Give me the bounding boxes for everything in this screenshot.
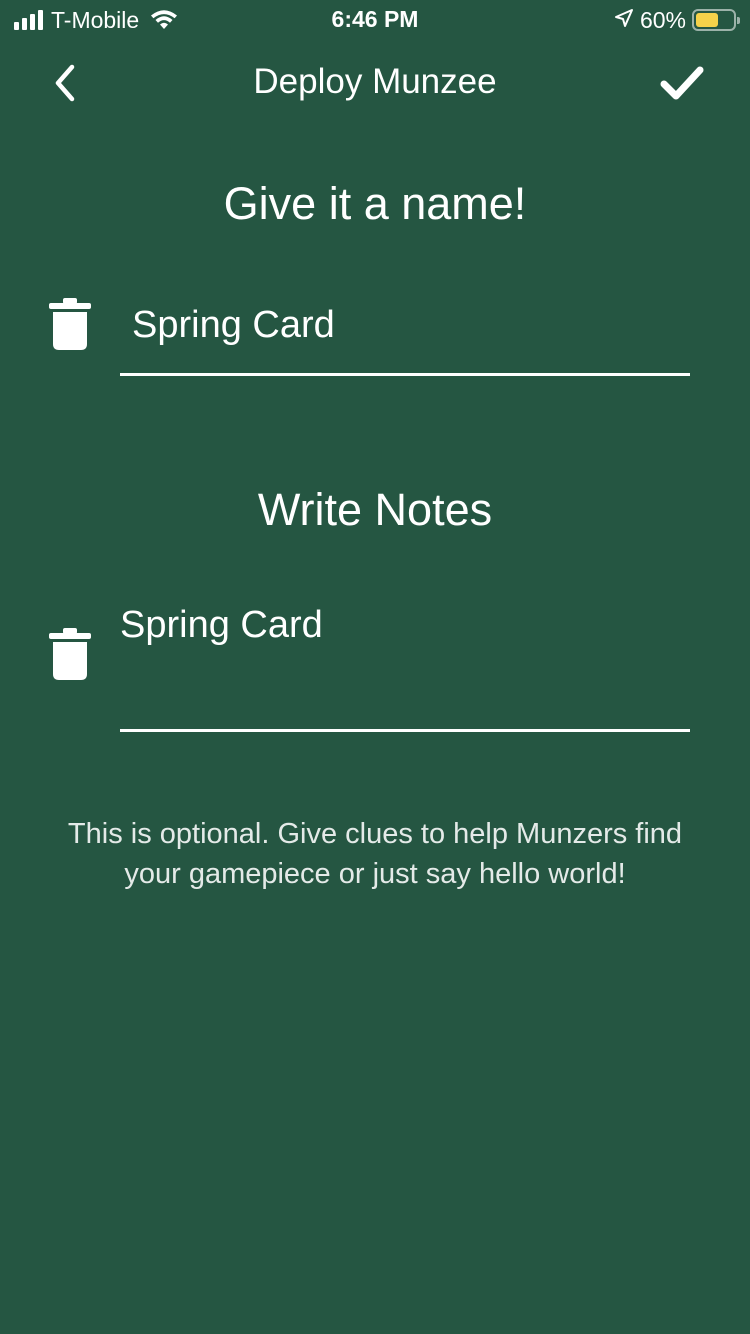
- clear-notes-button[interactable]: [46, 626, 94, 682]
- battery-level: [696, 13, 718, 27]
- battery-percent: 60%: [639, 6, 686, 33]
- trash-icon: [49, 298, 91, 350]
- page-title: Deploy Munzee: [253, 62, 497, 101]
- notes-textarea-value: Spring Card: [120, 604, 323, 646]
- notes-textarea[interactable]: Spring Card: [120, 600, 690, 732]
- notes-section-title: Write Notes: [257, 484, 493, 535]
- done-button[interactable]: [654, 58, 710, 108]
- clear-name-button[interactable]: [46, 296, 94, 352]
- checkmark-icon: [660, 66, 704, 100]
- location-arrow-icon: [614, 7, 634, 34]
- name-input[interactable]: Spring Card: [120, 296, 690, 376]
- battery-icon: [692, 9, 740, 31]
- trash-icon: [49, 628, 91, 680]
- status-right: 60%: [614, 6, 740, 34]
- notes-hint: This is optional. Give clues to help Mun…: [67, 818, 683, 890]
- nav-bar: Deploy Munzee: [0, 44, 750, 124]
- name-input-value: Spring Card: [132, 304, 335, 346]
- status-bar: T-Mobile 6:46 PM 60%: [0, 0, 750, 40]
- name-section-title: Give it a name!: [223, 178, 527, 229]
